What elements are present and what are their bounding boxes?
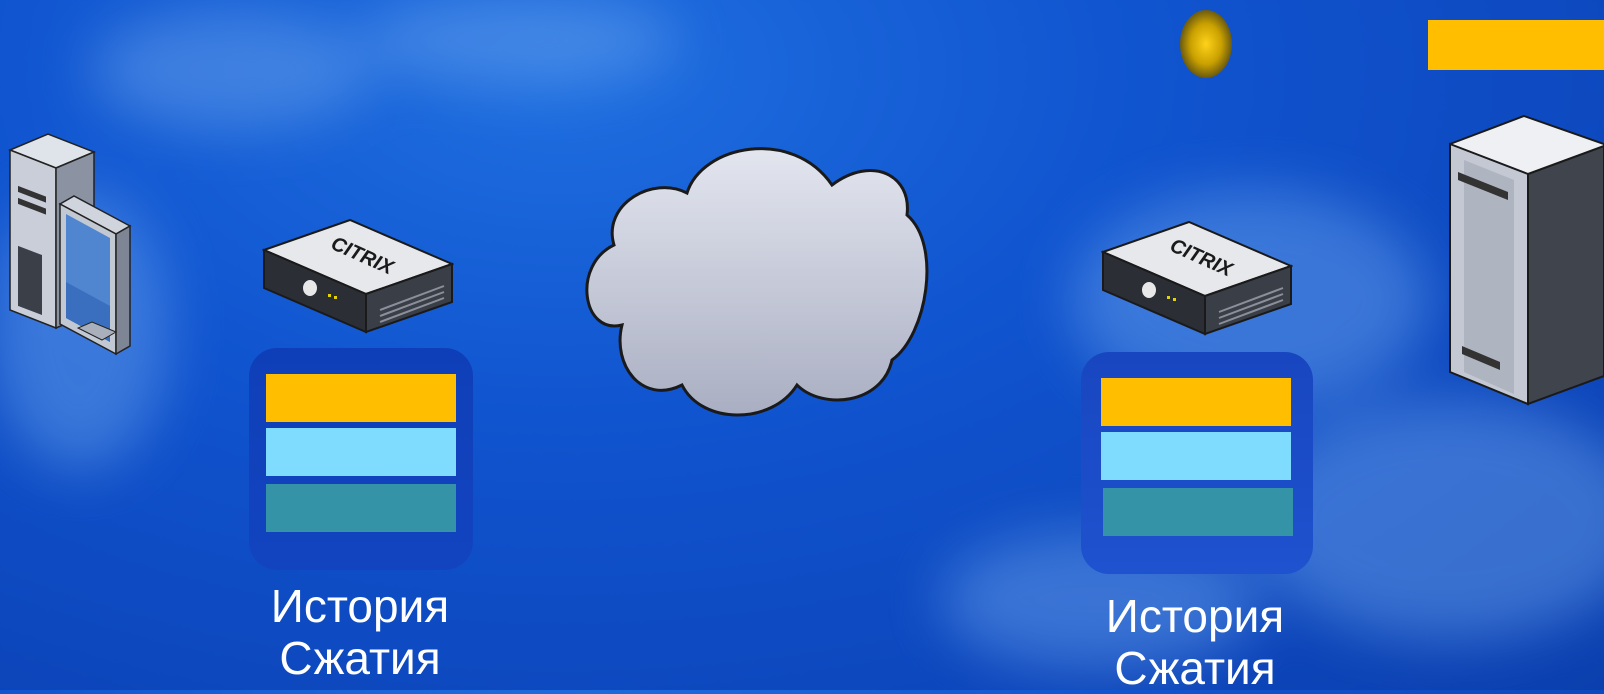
caption-line-2: Сжатия [1114, 642, 1276, 694]
history-block-top [1101, 378, 1291, 426]
packet-bar [1428, 20, 1604, 70]
wan-cloud-icon [585, 147, 929, 417]
history-block-bottom [1103, 488, 1293, 536]
workstation-icon [8, 133, 132, 356]
compression-history-caption: История Сжатия [1065, 590, 1325, 694]
caption-line-1: История [1105, 590, 1285, 642]
caption-line-2: Сжатия [279, 632, 441, 684]
caption-line-1: История [270, 580, 450, 632]
compression-history-caption: История Сжатия [230, 580, 490, 684]
history-block-top [266, 374, 456, 422]
history-block-middle [266, 428, 456, 476]
compression-history-stack [249, 348, 473, 570]
wan-optimizer-appliance-icon: CITRIX [262, 218, 454, 334]
compression-history-stack [1081, 352, 1313, 574]
packet-token-icon [1180, 10, 1232, 78]
history-block-middle [1101, 432, 1291, 480]
wan-optimizer-appliance-icon: CITRIX [1101, 220, 1293, 336]
history-block-bottom [266, 484, 456, 532]
server-icon [1449, 114, 1604, 406]
